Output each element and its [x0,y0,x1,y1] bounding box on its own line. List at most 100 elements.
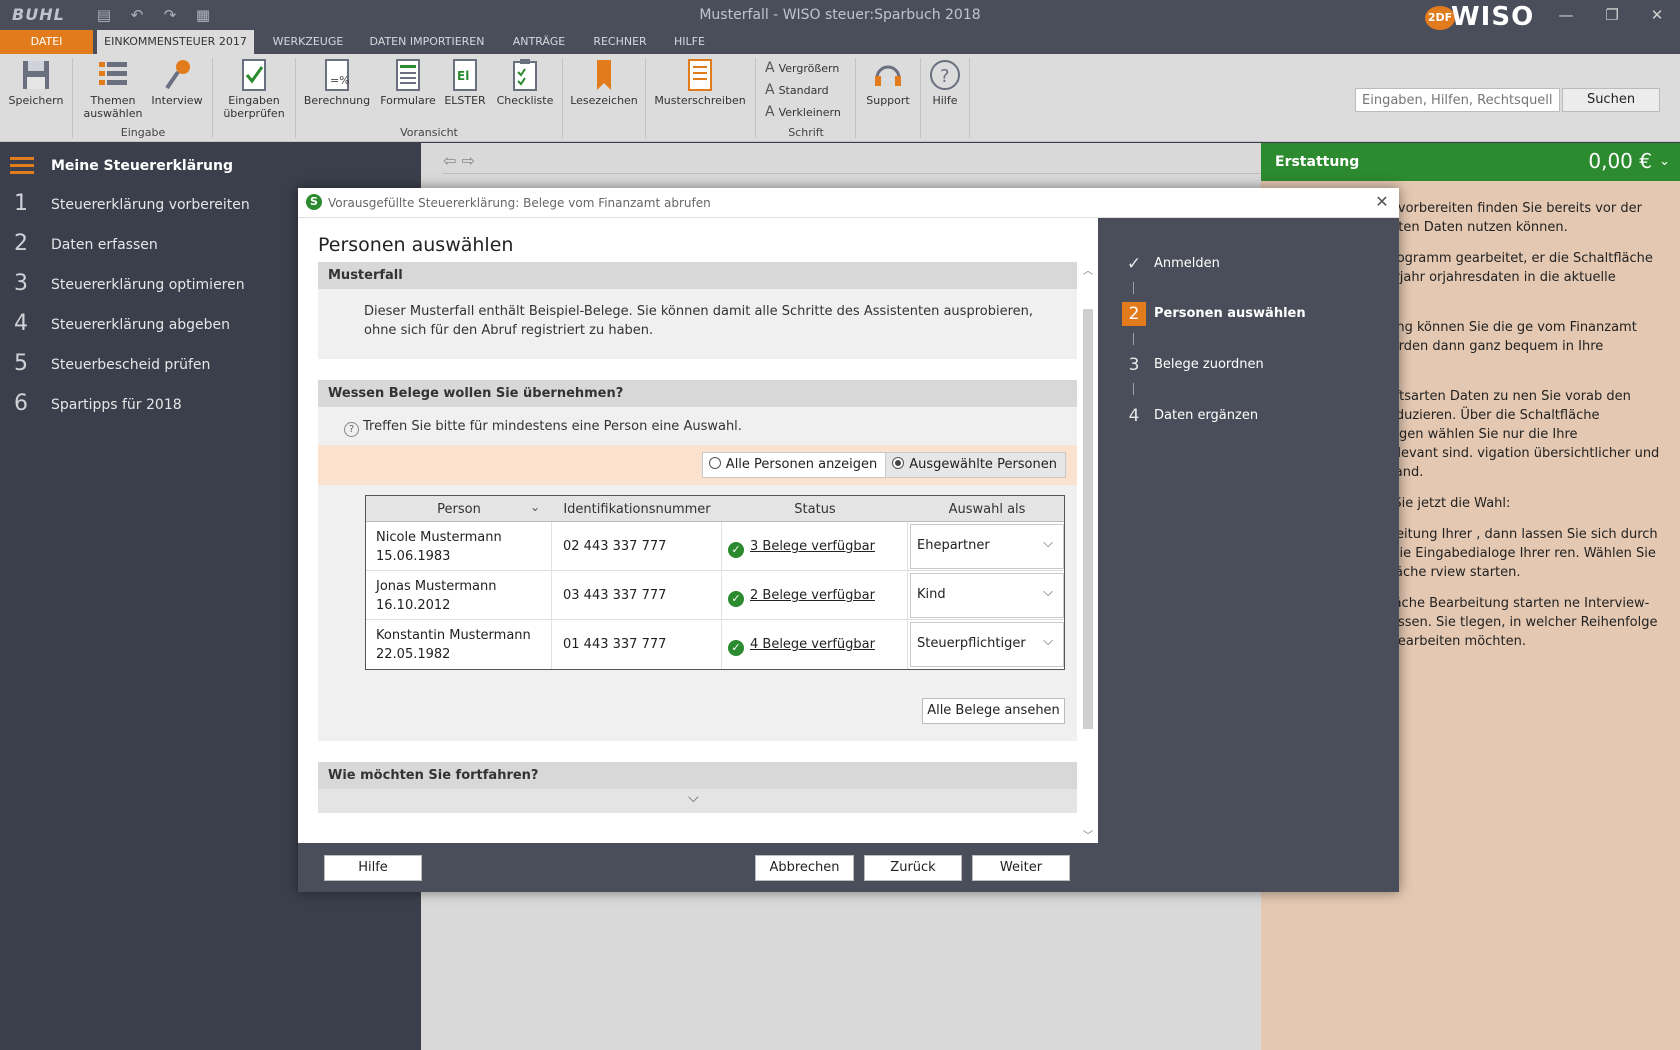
col-person[interactable]: Person [366,502,552,517]
persons-table: Person ⌄ Identifikationsnummer Status Au… [365,495,1065,670]
tab-hilfe[interactable]: HILFE [662,30,717,54]
question-icon: ? [344,422,359,437]
elster-button[interactable]: El ELSTER [443,58,487,107]
tab-werkzeuge[interactable]: WERKZEUGE [262,30,354,54]
s-logo-icon: S [306,194,322,210]
help-button[interactable]: ? Hilfe [926,58,964,107]
nav-header[interactable]: Meine Steuererklärung [0,149,421,183]
radio-selected-persons[interactable]: Ausgewählte Personen [885,453,1065,477]
svg-text:El: El [457,69,469,83]
font-standard-button[interactable]: A Standard [765,82,829,98]
bookmarks-button[interactable]: Lesezeichen [568,58,640,107]
check-circle-icon: ✓ [728,640,744,656]
ribbon-separator [295,58,296,138]
back-forward-icon[interactable]: ⇦ ⇨ [443,151,475,170]
scroll-up-icon[interactable]: ︿ [1078,262,1098,278]
group-schrift: Schrift [788,126,824,139]
col-id: Identifikationsnummer [563,502,711,517]
musterfall-section: Dieser Musterfall enthält Beispiel-Beleg… [318,289,1077,359]
themes-button[interactable]: Themen auswählen [80,58,146,120]
documents-link[interactable]: 2 Belege verfügbar [750,588,875,603]
group-eingabe: Eingabe [120,126,166,139]
chevron-down-icon: ⌵ [1043,536,1053,551]
refund-header[interactable]: Erstattung 0,00 € ⌄ [1261,143,1680,181]
dialog-scrollbar[interactable]: ︿ ﹀ [1078,262,1098,843]
role-dropdown[interactable]: Steuerpflichtiger ⌵ [910,622,1064,667]
ribbon-separator [969,58,970,138]
close-dialog-icon[interactable]: ✕ [1371,191,1393,213]
search-button[interactable]: Suchen [1562,88,1660,112]
scroll-thumb[interactable] [1083,309,1093,729]
col-selection: Auswahl als [948,502,1026,517]
person-cell: Jonas Mustermann 16.10.2012 [366,571,552,620]
next-button[interactable]: Weiter [972,855,1070,881]
support-button[interactable]: Support [862,58,914,107]
back-button[interactable]: Zurück [864,855,962,881]
checklist-button[interactable]: Checkliste [492,58,558,107]
templates-button[interactable]: Musterschreiben [652,58,748,107]
table-row: Konstantin Mustermann 22.05.1982 01 443 3… [366,620,1064,669]
search-input[interactable] [1355,88,1560,112]
wizard-steps: ✓ Anmelden 2 Personen auswählen 3 Belege zu… [1098,218,1399,843]
table-row: Jonas Mustermann 16.10.2012 03 443 337 77… [366,571,1064,620]
checked-document-icon [242,59,266,91]
status-cell: ✓ 4 Belege verfügbar [722,620,908,669]
refund-amount: 0,00 € [1588,149,1652,173]
dialog-title-bar: S Vorausgefüllte Steuererklärung: Belege… [298,188,1399,218]
id-cell: 01 443 337 777 [552,620,722,669]
chevron-down-icon: ⌄ [1659,154,1670,169]
fetch-documents-dialog: S Vorausgefüllte Steuererklärung: Belege… [298,188,1399,892]
dialog-title: Vorausgefüllte Steuererklärung: Belege v… [328,196,711,210]
musterfall-text: Dieser Musterfall enthält Beispiel-Beleg… [364,304,1033,338]
font-smaller-button[interactable]: A Verkleinern [765,104,841,120]
whose-documents-header: Wessen Belege wollen Sie übernehmen? [318,380,1077,407]
ribbon-separator [755,58,756,138]
cancel-button[interactable]: Abbrechen [755,855,854,881]
tab-rechner[interactable]: RECHNER [585,30,655,54]
checklist-icon [513,59,537,91]
role-dropdown[interactable]: Ehepartner ⌵ [910,524,1064,569]
col-status: Status [794,502,836,517]
selection-hint: ? Treffen Sie bitte für mindestens eine P… [344,419,742,437]
bookmark-icon [597,60,611,90]
calculation-icon: =% [325,59,350,91]
person-cell: Nicole Mustermann 15.06.1983 [366,522,552,571]
microphone-icon [165,60,190,90]
sort-chevron-icon[interactable]: ⌄ [530,500,540,514]
minimize-icon[interactable]: — [1543,0,1589,30]
check-inputs-button[interactable]: Eingaben überprüfen [218,58,290,120]
expand-chevron-icon[interactable]: ⌵ [688,790,699,806]
step-connector [1133,282,1134,294]
interview-button[interactable]: Interview [150,58,204,107]
role-dropdown[interactable]: Kind ⌵ [910,573,1064,618]
menu-list-icon [10,157,34,175]
ribbon-tabs: DATEI EINKOMMENSTEUER 2017 WERKZEUGE DAT… [0,30,1680,54]
refund-label: Erstattung [1275,154,1360,170]
musterfall-section-header: Musterfall [318,262,1077,289]
save-button[interactable]: Speichern [6,58,66,107]
font-bigger-button[interactable]: A Vergrößern [765,60,839,76]
close-window-icon[interactable]: ✕ [1634,0,1680,30]
tab-einkommensteuer[interactable]: EINKOMMENSTEUER 2017 [97,30,254,54]
forms-icon [396,59,420,91]
divider [443,173,1261,174]
maximize-icon[interactable]: ❐ [1589,0,1635,30]
forms-button[interactable]: Formulare [378,58,438,107]
radio-all-persons[interactable]: Alle Personen anzeigen [703,453,885,477]
group-voransicht: Voransicht [400,126,458,139]
scroll-down-icon[interactable]: ﹀ [1078,827,1098,843]
documents-link[interactable]: 3 Belege verfügbar [750,539,875,554]
tab-datei[interactable]: DATEI [0,30,93,54]
title-bar: BUHL ▤ ↶ ↷ ▦ Musterfall - WISO steuer:Sp… [0,0,1680,45]
help-dialog-button[interactable]: Hilfe [324,855,422,881]
tab-antraege[interactable]: ANTRÄGE [500,30,578,54]
calculation-button[interactable]: =% Berechnung [302,58,372,107]
documents-link[interactable]: 4 Belege verfügbar [750,637,875,652]
status-cell: ✓ 2 Belege verfügbar [722,571,908,620]
continue-section: ⌵ [318,789,1077,813]
whose-documents-section: ? Treffen Sie bitte für mindestens eine P… [318,407,1077,741]
dialog-footer: Hilfe Abbrechen Zurück Weiter [298,843,1399,892]
view-all-documents-button[interactable]: Alle Belege ansehen [922,698,1065,724]
tab-daten-importieren[interactable]: DATEN IMPORTIEREN [362,30,492,54]
floppy-disk-icon [23,61,49,89]
